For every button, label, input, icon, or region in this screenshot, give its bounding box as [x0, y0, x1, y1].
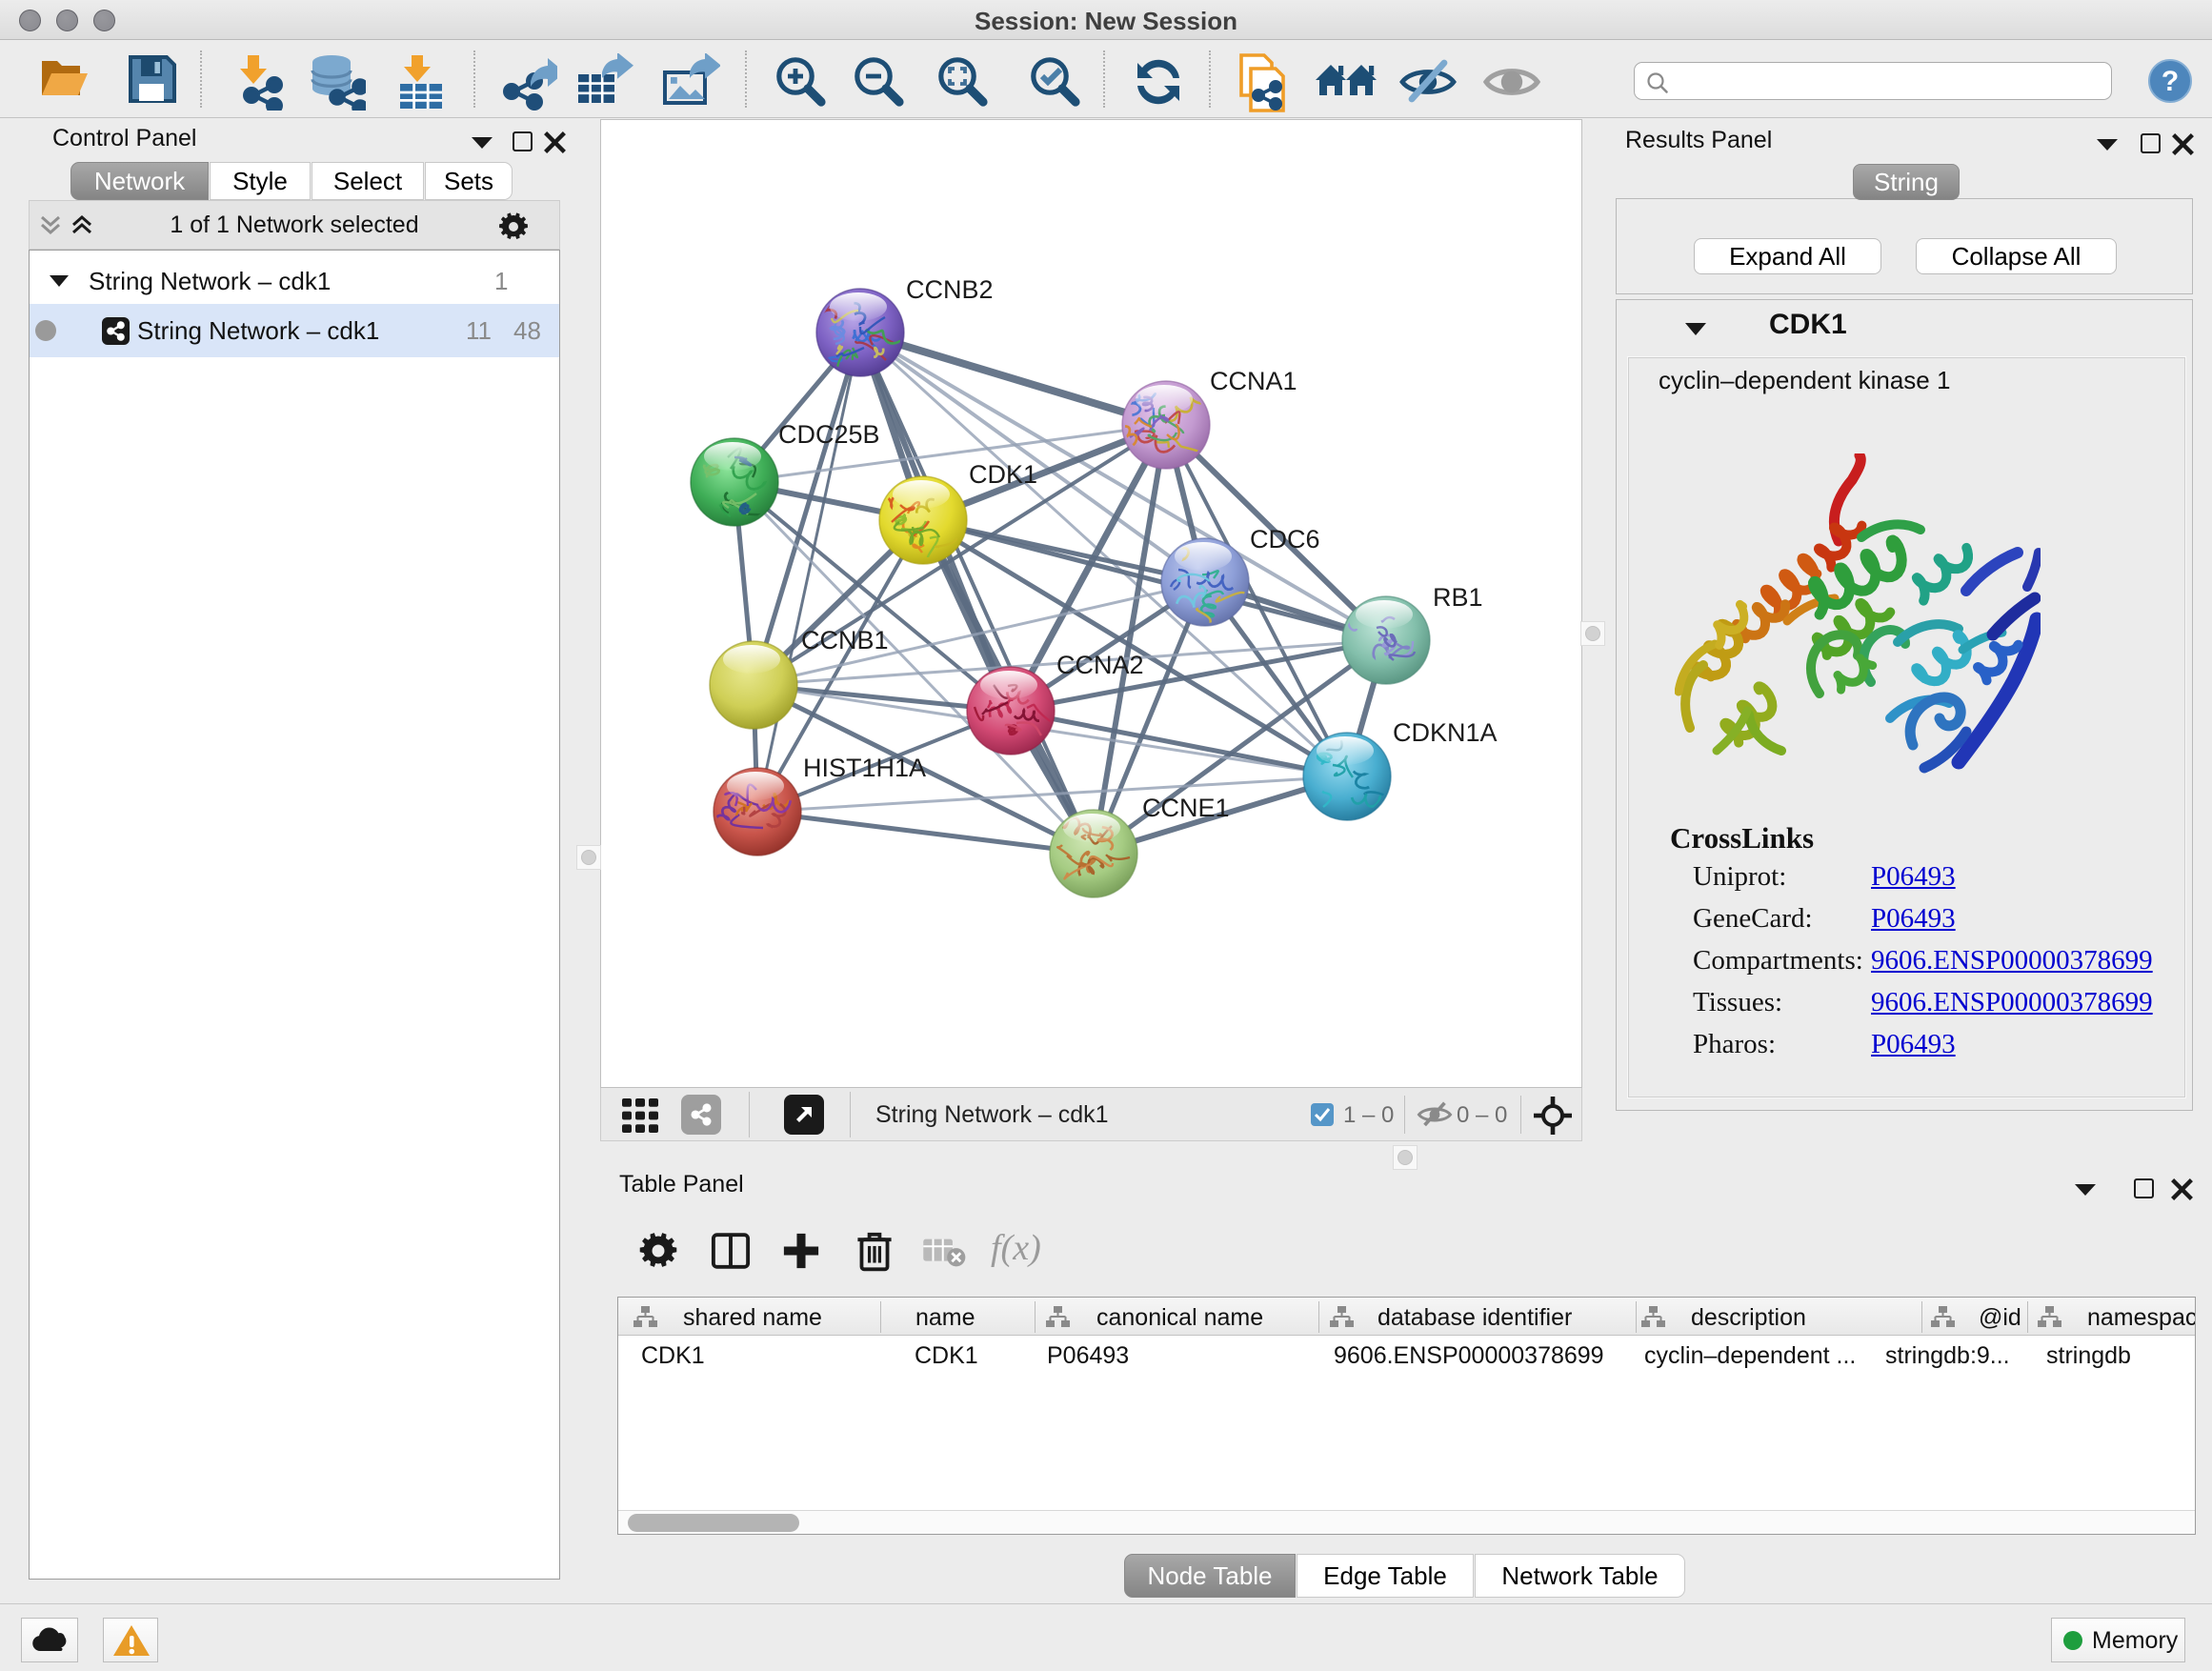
- svg-text:CCNE1: CCNE1: [1142, 794, 1230, 822]
- svg-text:CDK1: CDK1: [969, 460, 1037, 489]
- svg-text:CCNA1: CCNA1: [1210, 367, 1297, 395]
- svg-text:CCNB1: CCNB1: [801, 626, 889, 654]
- svg-text:CDC6: CDC6: [1250, 525, 1320, 554]
- svg-text:?: ?: [2162, 66, 2179, 97]
- svg-text:CCNA2: CCNA2: [1056, 651, 1144, 679]
- svg-text:CCNB2: CCNB2: [906, 275, 994, 304]
- svg-text:RB1: RB1: [1433, 583, 1483, 612]
- svg-text:HIST1H1A: HIST1H1A: [803, 754, 926, 782]
- svg-text:CDC25B: CDC25B: [778, 420, 880, 449]
- svg-text:CDKN1A: CDKN1A: [1393, 718, 1498, 747]
